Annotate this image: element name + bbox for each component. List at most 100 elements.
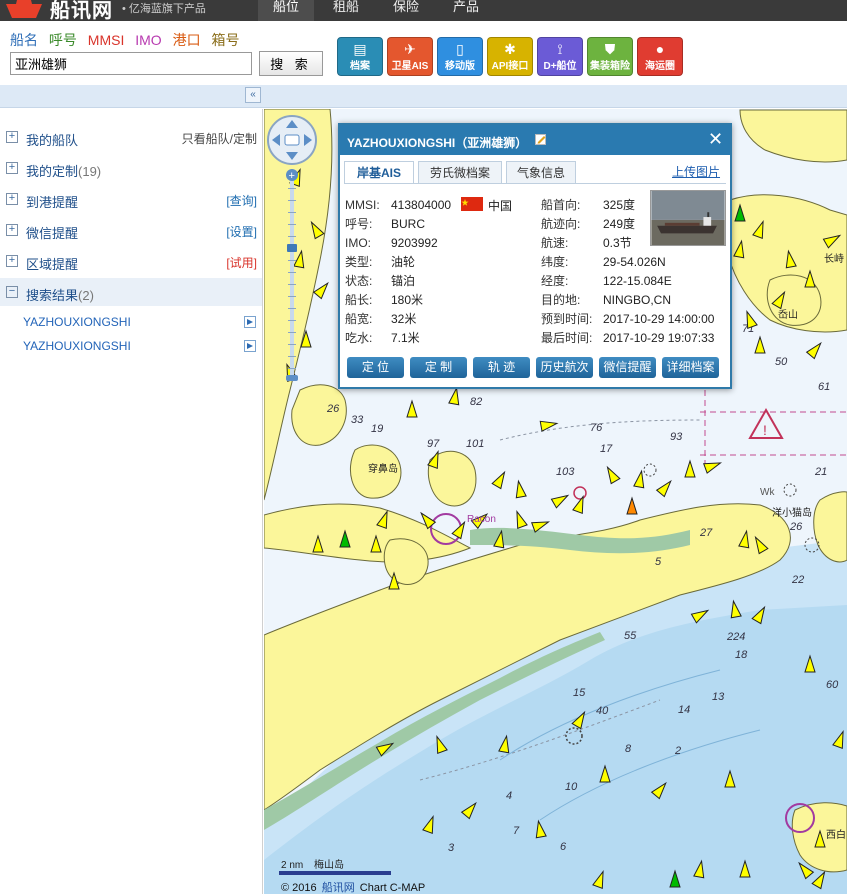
info-value: 413804000 [391,198,452,212]
sidebar-item-label: 我的定制(19) [26,164,102,179]
locate-arrow-icon[interactable] [244,316,256,328]
nav-charter[interactable]: 租船 [318,0,374,21]
info-key: 预到时间: [541,312,593,326]
toolbar-button-mobile[interactable]: ▯ 移动版 [437,37,483,76]
toolbar-button-antenna[interactable]: ⟟ D+船位 [537,37,583,76]
collapse-sidebar-button[interactable]: « [245,87,261,103]
ship-logo-icon [6,0,42,18]
search-type-port[interactable]: 港口 [173,32,201,48]
toolbar-label: D+船位 [543,61,577,72]
sidebar-item-area-alert[interactable]: + 区域提醒 [试用] [0,247,262,275]
expand-icon[interactable]: + [6,224,18,236]
collapse-icon[interactable]: − [6,286,18,298]
depth-sounding: 13 [712,691,725,703]
search-type-tabs: 船名 呼号 MMSI IMO 港口 箱号 [10,30,246,50]
info-value: 2017-10-29 19:07:33 [603,331,715,345]
sidebar-item-my-fleet[interactable]: + 我的船队 只看船队/定制 [0,123,262,151]
tab-shore-ais[interactable]: 岸基AIS [344,161,414,184]
sidebar-item-action[interactable]: [设置] [226,223,257,240]
zoom-thumb[interactable] [287,244,297,252]
close-icon[interactable]: ✕ [708,130,723,148]
search-result-item[interactable]: YAZHOUXIONGSHI [23,315,256,329]
locate-arrow-icon[interactable] [244,340,256,352]
collapse-bar [0,85,847,108]
popup-title: YAZHOUXIONGSHI（亚洲雄狮） [347,136,528,150]
edit-icon[interactable] [535,133,547,145]
depth-sounding: 4 [506,790,512,802]
sidebar-item-search-results[interactable]: − 搜索结果(2) [0,278,262,306]
sidebar-item-wechat-alert[interactable]: + 微信提醒 [设置] [0,216,262,244]
sidebar-item-my-custom[interactable]: + 我的定制(19) [0,154,262,182]
nav-ship-position[interactable]: 船位 [258,0,314,21]
toolbar-label: 档案 [350,61,370,72]
depth-sounding: 33 [351,414,364,426]
voyage-history-button[interactable]: 历史航次 [536,357,593,378]
toolbar-button-gear[interactable]: ✱ API接口 [487,37,533,76]
scale-value: 2 nm [281,860,304,871]
logo-subtitle: • 亿海蓝旗下产品 [122,3,206,15]
search-type-name[interactable]: 船名 [10,32,38,48]
track-button[interactable]: 轨 迹 [473,357,530,378]
depth-sounding: 50 [775,356,788,368]
locate-button[interactable]: 定 位 [347,357,404,378]
search-type-container[interactable]: 箱号 [211,32,239,48]
toolbar-label: 卫星AIS [391,61,429,72]
gear-icon: ✱ [504,41,516,57]
info-value: 0.3节 [603,236,632,250]
pan-control[interactable] [266,114,318,166]
tab-lloyds-profile[interactable]: 劳氏微档案 [418,161,502,184]
antenna-icon: ⟟ [557,41,563,57]
tab-divider [344,183,726,184]
search-type-mmsi[interactable]: MMSI [88,32,125,48]
expand-icon[interactable]: + [6,131,18,143]
tab-weather[interactable]: 气象信息 [506,161,576,184]
toolbar-button-chat[interactable]: ● 海运圈 [637,37,683,76]
sidebar-item-arrival-alert[interactable]: + 到港提醒 [查询] [0,185,262,213]
info-row: 纬度: 29-54.026N [541,254,666,270]
toolbar-button-document[interactable]: ▤ 档案 [337,37,383,76]
depth-sounding: 55 [624,630,637,642]
upload-photo-link[interactable]: 上传图片 [672,163,720,180]
copyright-link[interactable]: 船讯网 [322,882,355,894]
depth-sounding: 60 [826,679,839,691]
info-row: 最后时间: 2017-10-29 19:07:33 [541,330,714,346]
wechat-alert-button[interactable]: 微信提醒 [599,357,656,378]
depth-sounding: 10 [565,781,578,793]
info-value: 锚泊 [391,274,416,288]
search-type-callsign[interactable]: 呼号 [49,32,77,48]
top-bar: 船讯网 • 亿海蓝旗下产品 船位 租船 保险 产品 [0,0,847,22]
zoom-out-icon[interactable] [286,375,298,381]
sidebar-item-action[interactable]: [查询] [226,192,257,209]
sidebar: + 我的船队 只看船队/定制 + 我的定制(19) + 到港提醒 [查询] + 微信提醒 [设置] +… [0,109,263,894]
expand-icon[interactable]: + [6,255,18,267]
sidebar-item-action[interactable]: 只看船队/定制 [182,130,257,147]
nav-insurance[interactable]: 保险 [378,0,434,21]
mobile-icon: ▯ [456,41,464,57]
info-key: IMO: [345,236,371,250]
info-key: 吃水: [345,331,373,345]
sidebar-item-label: 搜索结果(2) [26,288,94,303]
info-row: 状态: 锚泊 [345,273,415,289]
search-result-item[interactable]: YAZHOUXIONGSHI [23,339,256,353]
search-input[interactable] [10,52,252,75]
depth-sounding: 15 [573,687,586,699]
detail-profile-button[interactable]: 详细档案 [662,357,719,378]
expand-icon[interactable]: + [6,162,18,174]
toolbar-button-satellite[interactable]: ✈ 卫星AIS [387,37,433,76]
search-type-imo[interactable]: IMO [135,32,161,48]
info-value: BURC [391,217,426,231]
customize-button[interactable]: 定 制 [410,357,467,378]
toolbar-button-shield[interactable]: ⛊ 集装箱险 [587,37,633,76]
zoom-slider[interactable]: + [285,168,299,390]
toolbar-label: 海运圈 [645,61,675,72]
nav-products[interactable]: 产品 [438,0,494,21]
expand-icon[interactable]: + [6,193,18,205]
ship-photo[interactable] [650,190,726,246]
sidebar-item-action[interactable]: [试用] [226,254,257,271]
search-button[interactable]: 搜 索 [259,51,323,76]
info-key: 船首向: [541,198,581,212]
info-key: 经度: [541,274,569,288]
depth-sounding: 7 [513,825,520,837]
scale-place: 梅山岛 [314,860,345,871]
depth-sounding: 2 [674,745,681,757]
